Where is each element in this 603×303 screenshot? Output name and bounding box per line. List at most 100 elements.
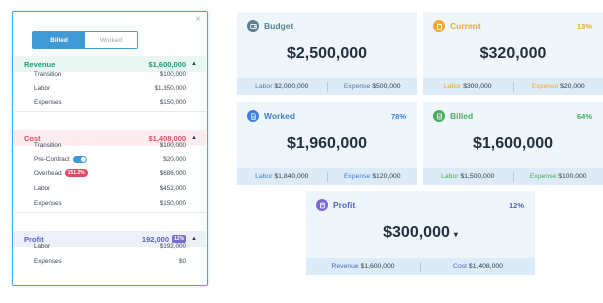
wallet-icon (247, 20, 259, 32)
expense-label: Expense (343, 83, 371, 90)
profit-revenue: Revenue $1,600,000 (306, 263, 420, 270)
billed-amount: $1,600,000 (472, 135, 554, 152)
cost-value: $1,408,000 (468, 263, 503, 270)
labor-value: $300,000 (463, 83, 492, 90)
row-value: $0 (178, 257, 186, 265)
expense-label: Expense (531, 83, 559, 90)
row-label: Overhead (34, 169, 62, 177)
caret-down-icon[interactable]: ▾ (454, 230, 458, 239)
chevron-up-icon[interactable]: ▲ (191, 61, 197, 67)
profit-card-title: Profit (333, 200, 356, 210)
expense-value: $100,000 (558, 173, 587, 180)
labor-label: Labor (255, 173, 273, 180)
billed-worked-toggle: Billed Worked (32, 31, 138, 49)
cost-row-expenses: Expenses $150,000 (34, 198, 186, 208)
cost-row-labor: Labor $452,000 (34, 183, 186, 193)
row-label: Transition (34, 141, 62, 149)
row-label: Labor (34, 84, 51, 92)
divider (14, 111, 206, 112)
profit-card-amount: $300,000 (383, 224, 450, 241)
revenue-value: $1,600,000 (360, 263, 395, 270)
billed-title: Billed (450, 111, 474, 121)
row-label: Expenses (34, 199, 62, 207)
budget-card[interactable]: Budget $2,500,000 Labor $2,000,000 Expen… (237, 12, 417, 95)
budget-footer: Labor $2,000,000 Expense $500,000 (237, 78, 417, 95)
current-labor: Labor $300,000 (423, 83, 513, 90)
revenue-amount: $1,600,000 (148, 59, 187, 69)
overhead-rate-badge: 151.2% (64, 169, 88, 177)
worked-expense: Expense $120,000 (328, 173, 418, 180)
chevron-up-icon[interactable]: ▲ (191, 135, 197, 141)
row-label: Labor (34, 184, 51, 192)
profit-cost: Cost $1,408,000 (421, 263, 535, 270)
row-value: $150,000 (159, 98, 186, 106)
current-percent: 13% (576, 21, 592, 31)
billed-footer: Labor $1,500,000 Expense $100,000 (423, 168, 603, 185)
worked-percent: 78% (390, 111, 406, 121)
row-label: Pre-Contract (34, 155, 70, 163)
close-icon[interactable]: × (195, 15, 201, 25)
budget-title: Budget (264, 21, 294, 31)
revenue-label: Revenue (24, 59, 56, 69)
labor-label: Labor (255, 83, 273, 90)
cost-row-pre-contract: Pre-Contract $20,000 (34, 154, 186, 164)
financial-breakdown-panel: × Billed Worked Revenue $1,600,000 ▲ Tra… (12, 11, 208, 286)
current-amount: $320,000 (479, 45, 547, 62)
revenue-row-expenses: Expenses $150,000 (34, 97, 186, 107)
row-label: Labor (34, 242, 51, 250)
calculator-icon (316, 199, 328, 211)
row-label: Expenses (34, 257, 62, 265)
check-document-icon (433, 110, 445, 122)
row-label: Expenses (34, 98, 62, 106)
clipboard-icon (433, 20, 445, 32)
labor-value: $1,500,000 (460, 173, 495, 180)
current-card[interactable]: Current 13% $320,000 Labor $300,000 Expe… (423, 12, 603, 95)
pre-contract-toggle-switch[interactable] (72, 155, 87, 163)
budget-expense: Expense $500,000 (328, 83, 418, 90)
profit-card-amount-row: $300,000 ▾ (306, 224, 535, 242)
row-value: $686,000 (159, 169, 186, 177)
row-value: $1,350,000 (154, 84, 186, 92)
billed-percent: 64% (576, 111, 592, 121)
cost-row-transition: Transition $100,000 (34, 140, 186, 150)
worked-card[interactable]: Worked 78% $1,960,000 Labor $1,840,000 E… (237, 102, 417, 185)
profit-card[interactable]: Profit 12% $300,000 ▾ Revenue $1,600,000 … (306, 191, 535, 275)
row-label: Transition (34, 70, 62, 78)
billed-expense: Expense $100,000 (514, 173, 603, 180)
current-footer: Labor $300,000 Expense $20,000 (423, 78, 603, 95)
document-icon (247, 110, 259, 122)
row-value: $192,000 (159, 242, 186, 250)
revenue-row-labor: Labor $1,350,000 (34, 83, 186, 93)
chevron-up-icon[interactable]: ▲ (191, 236, 197, 242)
worked-labor: Labor $1,840,000 (237, 173, 327, 180)
profit-row-labor: Labor $192,000 (34, 241, 186, 251)
profit-card-percent: 12% (508, 200, 524, 210)
row-value: $452,000 (159, 184, 186, 192)
revenue-row-transition: Transition $100,000 (34, 69, 186, 79)
labor-label: Labor (443, 83, 462, 90)
profit-row-expenses: Expenses $0 (34, 256, 186, 266)
budget-labor: Labor $2,000,000 (237, 83, 327, 90)
cost-label: Cost (453, 263, 468, 270)
expense-label: Expense (529, 173, 557, 180)
row-value: $150,000 (159, 199, 186, 207)
current-expense: Expense $20,000 (514, 83, 603, 90)
worked-amount: $1,960,000 (286, 135, 368, 152)
expense-value: $500,000 (372, 83, 401, 90)
billed-labor: Labor $1,500,000 (423, 173, 513, 180)
worked-title: Worked (264, 111, 296, 121)
budget-amount: $2,500,000 (286, 45, 368, 62)
profit-card-footer: Revenue $1,600,000 Cost $1,408,000 (306, 258, 535, 275)
toggle-worked[interactable]: Worked (85, 32, 137, 48)
divider (14, 212, 206, 213)
billed-card[interactable]: Billed 64% $1,600,000 Labor $1,500,000 E… (423, 102, 603, 185)
labor-value: $1,840,000 (274, 173, 309, 180)
worked-footer: Labor $1,840,000 Expense $120,000 (237, 168, 417, 185)
expense-value: $120,000 (372, 173, 401, 180)
toggle-billed[interactable]: Billed (33, 32, 85, 48)
cost-row-overhead: Overhead 151.2% $686,000 (34, 168, 186, 178)
row-value: $20,000 (163, 155, 186, 163)
labor-label: Labor (441, 173, 459, 180)
labor-value: $2,000,000 (274, 83, 309, 90)
expense-value: $20,000 (560, 83, 585, 90)
